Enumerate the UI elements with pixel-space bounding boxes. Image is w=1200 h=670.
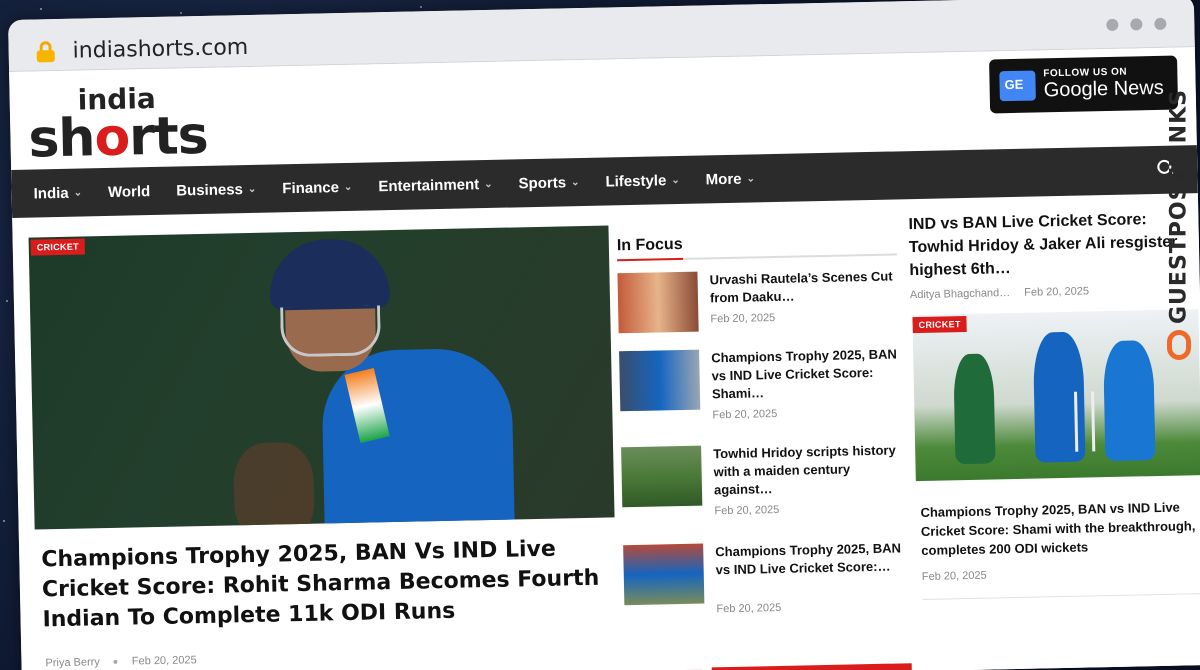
site-logo[interactable]: india shorts bbox=[27, 82, 209, 170]
thumbnail-image[interactable] bbox=[617, 271, 699, 334]
nav-item-world[interactable]: World bbox=[108, 183, 151, 201]
thumbnail-image[interactable] bbox=[711, 663, 912, 670]
post-date: Feb 20, 2025 bbox=[1024, 285, 1090, 299]
window-controls bbox=[1106, 17, 1167, 31]
right-sub-meta: Feb 20, 2025 bbox=[922, 570, 987, 583]
category-badge[interactable]: CRICKET bbox=[912, 315, 967, 334]
watermark: GUESTPOSTLINKS bbox=[1162, 60, 1196, 360]
hero-image[interactable]: CRICKET bbox=[28, 225, 615, 530]
google-news-button[interactable]: FOLLOW US ON Google News bbox=[989, 55, 1179, 114]
author-name[interactable]: Aditya Bhagchand… bbox=[910, 287, 1011, 301]
category-badge[interactable]: CRICKET bbox=[30, 238, 86, 256]
nav-item-entertainment[interactable]: Entertainment ⌄ bbox=[378, 175, 493, 195]
right-sub-headline[interactable]: Champions Trophy 2025, BAN vs IND Live C… bbox=[920, 497, 1200, 560]
lock-icon bbox=[36, 41, 55, 63]
chevron-down-icon: ⌄ bbox=[73, 186, 83, 199]
nav-item-more[interactable]: More ⌄ bbox=[706, 170, 756, 188]
chevron-down-icon: ⌄ bbox=[247, 183, 257, 195]
chevron-down-icon: ⌄ bbox=[746, 172, 756, 185]
in-focus-underline bbox=[617, 253, 898, 262]
list-item[interactable]: Champions Trophy 2025, BAN vs IND Live C… bbox=[619, 345, 911, 431]
post-date: Feb 20, 2025 bbox=[921, 569, 987, 583]
list-item-date: Feb 20, 2025 bbox=[710, 311, 776, 326]
hero-headline[interactable]: Champions Trophy 2025, BAN Vs IND Live C… bbox=[41, 534, 603, 636]
list-item[interactable]: Urvashi Rautela’s Scenes Cut from Daaku…… bbox=[617, 267, 909, 353]
list-item-title[interactable]: Urvashi Rautela’s Scenes Cut from Daaku… bbox=[709, 267, 902, 307]
nav-item-finance[interactable]: Finance ⌄ bbox=[282, 178, 353, 197]
list-item-date: Feb 20, 2025 bbox=[716, 601, 782, 616]
right-headline[interactable]: IND vs BAN Live Cricket Score: Towhid Hr… bbox=[908, 207, 1199, 282]
divider bbox=[922, 593, 1200, 600]
nav-item-sports[interactable]: Sports ⌄ bbox=[518, 174, 579, 192]
nav-item-business[interactable]: Business ⌄ bbox=[176, 180, 256, 199]
hero-meta: Priya Berry Feb 20, 2025 bbox=[45, 654, 196, 669]
list-item-title[interactable]: Champions Trophy 2025, BAN vs IND Live C… bbox=[711, 345, 904, 403]
page-content: india shorts FOLLOW US ON Google News In… bbox=[9, 47, 1200, 670]
thumbnail-image[interactable] bbox=[621, 445, 703, 508]
author-name[interactable]: Priya Berry bbox=[45, 656, 100, 669]
chevron-down-icon: ⌄ bbox=[570, 176, 580, 188]
window-dot-icon[interactable] bbox=[1106, 18, 1119, 31]
right-article-image[interactable]: CRICKET bbox=[912, 309, 1200, 482]
list-item-title[interactable]: Towhid Hridoy scripts history with a mai… bbox=[713, 441, 906, 499]
separator-dot-icon bbox=[113, 659, 118, 664]
list-item-date: Feb 20, 2025 bbox=[714, 503, 780, 518]
chevron-down-icon: ⌄ bbox=[343, 181, 353, 193]
list-item-title[interactable]: Champions Trophy 2025, BAN vs IND Live C… bbox=[715, 539, 908, 579]
window-dot-icon[interactable] bbox=[1154, 17, 1167, 30]
list-item[interactable]: Towhid Hridoy scripts history with a mai… bbox=[621, 441, 913, 527]
nav-item-india[interactable]: India ⌄ bbox=[33, 184, 82, 202]
thumbnail-image[interactable] bbox=[619, 349, 701, 412]
logo-text-big: shorts bbox=[27, 105, 209, 170]
thumbnail-image[interactable] bbox=[623, 543, 705, 606]
browser-window: indiashorts.com india shorts FOLLOW US O… bbox=[8, 0, 1200, 670]
google-news-label: Google News bbox=[1043, 76, 1164, 102]
window-dot-icon[interactable] bbox=[1130, 18, 1143, 31]
chevron-down-icon: ⌄ bbox=[671, 174, 680, 186]
chevron-down-icon: ⌄ bbox=[484, 178, 493, 190]
nav-item-lifestyle[interactable]: Lifestyle ⌄ bbox=[605, 171, 680, 190]
list-item[interactable]: Champions Trophy 2025, BAN vs IND Live C… bbox=[623, 539, 915, 625]
watermark-text: GUESTPOSTLINKS bbox=[1166, 89, 1192, 324]
post-date: Feb 20, 2025 bbox=[131, 654, 197, 668]
in-focus-heading: In Focus bbox=[616, 235, 683, 255]
list-item-date: Feb 20, 2025 bbox=[712, 407, 778, 422]
link-icon bbox=[1167, 330, 1191, 360]
address-bar[interactable]: indiashorts.com bbox=[72, 35, 248, 64]
google-news-icon bbox=[999, 70, 1036, 102]
right-meta: Aditya Bhagchand… Feb 20, 2025 bbox=[910, 285, 1089, 301]
